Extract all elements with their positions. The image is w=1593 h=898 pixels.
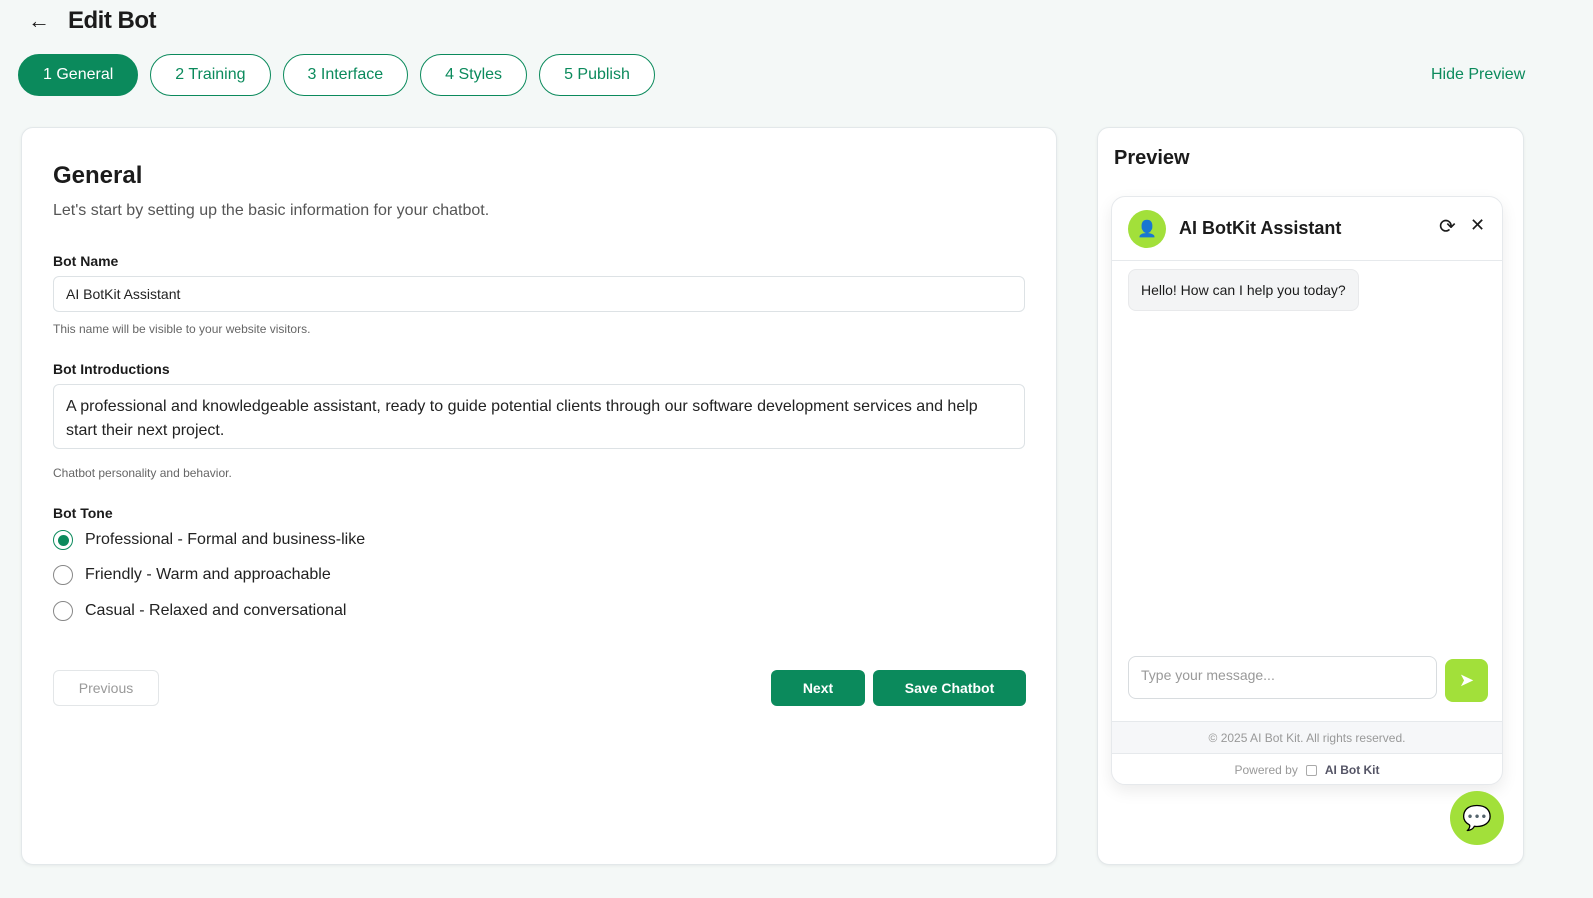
hide-preview-link[interactable]: Hide Preview: [1431, 66, 1525, 84]
intro-label: Bot Introductions: [53, 361, 170, 377]
next-button[interactable]: Next: [771, 670, 865, 706]
step-tabs: 1 General 2 Training 3 Interface 4 Style…: [18, 54, 655, 96]
bot-message: Hello! How can I help you today?: [1128, 269, 1359, 311]
chat-bot-name: AI BotKit Assistant: [1179, 218, 1342, 238]
page-title: Edit Bot: [68, 7, 156, 34]
tab-interface[interactable]: 3 Interface: [282, 54, 409, 96]
powered-by: Powered by AI Bot Kit: [1112, 754, 1502, 784]
general-card: General Let's start by setting up the ba…: [21, 127, 1057, 865]
tab-general[interactable]: 1 General: [18, 54, 139, 96]
tone-label-text: Casual - Relaxed and conversational: [85, 602, 347, 619]
tone-friendly-radio[interactable]: Friendly - Warm and approachable: [53, 565, 331, 585]
tone-professional-radio[interactable]: Professional - Formal and business-like: [53, 530, 365, 550]
radio-icon: [53, 601, 73, 621]
section-title: General: [53, 162, 143, 189]
tone-label-text: Professional - Formal and business-like: [85, 531, 366, 548]
radio-icon: [53, 565, 73, 585]
preview-title: Preview: [1114, 147, 1190, 169]
back-arrow-icon[interactable]: ←: [28, 8, 50, 34]
tab-styles[interactable]: 4 Styles: [420, 54, 528, 96]
chat-bubble-icon: 💬: [1462, 804, 1492, 832]
chat-message-input[interactable]: Type your message...: [1128, 656, 1437, 699]
radio-checked-icon: [53, 530, 73, 550]
intro-help: Chatbot personality and behavior.: [53, 466, 232, 480]
previous-button[interactable]: Previous: [53, 670, 159, 706]
tab-publish[interactable]: 5 Publish: [539, 54, 655, 96]
bot-avatar-icon: 👤: [1128, 210, 1166, 248]
close-icon[interactable]: ✕: [1470, 215, 1485, 236]
tab-training[interactable]: 2 Training: [150, 54, 271, 96]
tone-label: Bot Tone: [53, 505, 113, 521]
refresh-icon[interactable]: ⟳: [1439, 214, 1456, 239]
powered-by-text: Powered by: [1234, 763, 1298, 777]
tone-casual-radio[interactable]: Casual - Relaxed and conversational: [53, 601, 346, 621]
tone-label-text: Friendly - Warm and approachable: [85, 566, 331, 583]
preview-card: Preview 👤 AI BotKit Assistant ⟳ ✕ Hello!…: [1097, 127, 1524, 865]
bot-name-label: Bot Name: [53, 253, 119, 269]
copyright: © 2025 AI Bot Kit. All rights reserved.: [1112, 721, 1502, 754]
chat-launcher-button[interactable]: 💬: [1450, 791, 1504, 845]
brand-link[interactable]: AI Bot Kit: [1325, 763, 1380, 777]
save-chatbot-button[interactable]: Save Chatbot: [873, 670, 1026, 706]
section-subtitle: Let's start by setting up the basic info…: [53, 202, 490, 219]
chat-widget: 👤 AI BotKit Assistant ⟳ ✕ Hello! How can…: [1111, 196, 1503, 785]
bot-logo-icon: [1305, 764, 1317, 776]
bot-name-input[interactable]: AI BotKit Assistant: [53, 276, 1025, 312]
send-button[interactable]: ➤: [1445, 659, 1488, 702]
intro-textarea[interactable]: A professional and knowledgeable assista…: [53, 384, 1025, 449]
bot-name-help: This name will be visible to your websit…: [53, 322, 311, 336]
chat-header: 👤 AI BotKit Assistant ⟳ ✕: [1112, 197, 1502, 261]
send-icon: ➤: [1458, 670, 1475, 690]
